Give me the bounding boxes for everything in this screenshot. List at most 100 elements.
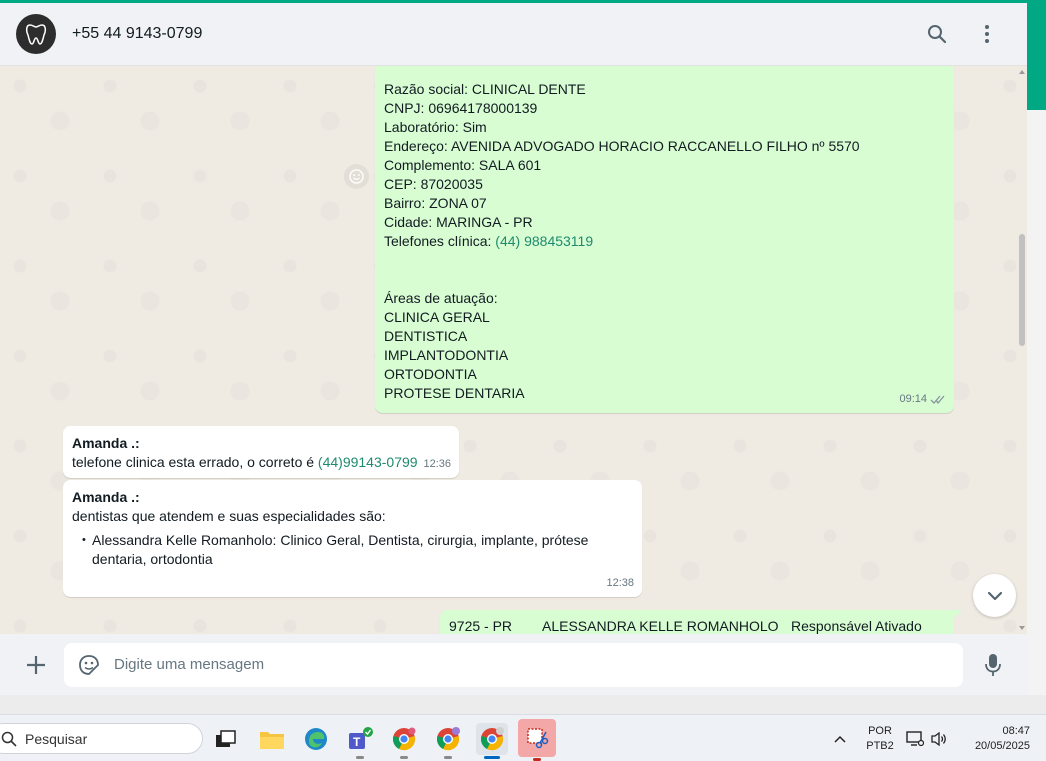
volume-button[interactable] <box>928 723 950 755</box>
speaker-icon <box>931 731 946 747</box>
area-item: ORTODONTIA <box>384 366 477 382</box>
taskbar-search[interactable]: Pesquisar <box>0 723 203 754</box>
message-line: Laboratório: Sim <box>384 119 487 135</box>
scroll-thumb[interactable] <box>1019 234 1025 346</box>
message-text: dentistas que atendem e suas especialida… <box>72 508 386 524</box>
area-item: PROTESE DENTARIA <box>384 385 525 401</box>
search-icon <box>928 25 947 44</box>
task-view-button[interactable] <box>210 723 242 755</box>
folder-icon <box>260 732 284 749</box>
task-view-icon <box>216 730 236 747</box>
taskbar-search-label: Pesquisar <box>25 730 88 747</box>
sticker-icon <box>79 654 99 675</box>
tooth-logo-icon <box>25 24 47 45</box>
table-cell: 9725 - PR <box>449 618 513 634</box>
clock-time: 08:47 <box>1002 725 1030 737</box>
search-button[interactable] <box>923 20 951 48</box>
chrome-profile-1-button[interactable] <box>388 723 420 759</box>
table-cell: Responsável Ativado <box>791 618 922 634</box>
network-button[interactable] <box>904 723 926 755</box>
contact-avatar[interactable] <box>16 14 56 54</box>
bubble-tail <box>950 610 962 622</box>
snipping-tool-icon <box>527 728 549 749</box>
area-item: DENTISTICA <box>384 328 468 344</box>
sender-name: Amanda .: <box>72 489 140 505</box>
snipping-tool-button[interactable] <box>518 719 556 761</box>
react-button[interactable] <box>344 164 369 189</box>
input-language[interactable]: POR PTB2 <box>862 724 898 754</box>
message-time: 12:38 <box>606 577 634 589</box>
message-line: Cidade: MARINGA - PR <box>384 214 533 230</box>
scroll-to-bottom-button[interactable] <box>973 574 1016 617</box>
teams-icon: T <box>349 727 373 749</box>
running-indicator <box>356 756 364 759</box>
chrome-profile-2-button[interactable] <box>432 723 464 759</box>
edge-button[interactable] <box>300 723 332 755</box>
phone-link[interactable]: (44) 988453119 <box>495 233 593 249</box>
chat-area[interactable]: Razão social: CLINICAL DENTE CNPJ: 06964… <box>0 66 1027 634</box>
area-item: CLINICA GERAL <box>384 309 490 325</box>
message-line: CNPJ: 06964178000139 <box>384 100 538 116</box>
chrome-icon <box>481 727 504 751</box>
monitor-network-icon <box>906 731 924 747</box>
attach-button[interactable] <box>22 651 50 679</box>
show-hidden-icons-button[interactable] <box>829 723 851 755</box>
message-input-box[interactable] <box>64 642 963 687</box>
phone-label: Telefones clínica: <box>384 233 496 249</box>
message-line: Complemento: SALA 601 <box>384 157 542 173</box>
chat-scrollbar[interactable] <box>1016 68 1026 634</box>
running-indicator <box>400 756 408 759</box>
svg-text:T: T <box>353 735 361 749</box>
message-line: Bairro: ZONA 07 <box>384 195 487 211</box>
list-item: Alessandra Kelle Romanholo: Clinico Gera… <box>72 531 633 550</box>
message-meta: 09:14 <box>899 390 946 409</box>
composer-bar <box>0 634 1027 695</box>
chevron-down-icon <box>987 591 1002 600</box>
scroll-up-arrow[interactable] <box>1019 70 1025 74</box>
edge-icon <box>305 728 327 750</box>
contact-name[interactable]: +55 44 9143-0799 <box>72 25 202 43</box>
chevron-up-icon <box>834 735 846 743</box>
teams-button[interactable]: T <box>344 723 376 759</box>
sender-name: Amanda .: <box>72 435 140 451</box>
message-line: CEP: 87020035 <box>384 176 483 192</box>
message-line: Razão social: CLINICAL DENTE <box>384 81 586 97</box>
more-vertical-icon <box>985 25 989 43</box>
file-explorer-button[interactable] <box>256 723 288 755</box>
sticker-button[interactable] <box>76 652 102 678</box>
right-accent-strip <box>1027 0 1046 110</box>
areas-title: Áreas de atuação: <box>384 290 498 306</box>
scroll-down-arrow[interactable] <box>1019 626 1025 630</box>
microphone-icon <box>985 653 1001 676</box>
incoming-message[interactable]: Amanda .: dentistas que atendem e suas e… <box>63 480 642 597</box>
table-cell: ALESSANDRA KELLE ROMANHOLO <box>542 618 779 634</box>
running-indicator <box>444 756 452 759</box>
double-check-icon <box>930 395 945 405</box>
windows-taskbar: Pesquisar T POR PTB2 08:47 20/05/2025 <box>0 714 1046 761</box>
chat-header: +55 44 9143-0799 <box>0 3 1027 66</box>
incoming-message[interactable]: Amanda .: telefone clinica esta errado, … <box>63 426 459 478</box>
lang-code: POR <box>868 725 892 737</box>
message-text: telefone clinica esta errado, o correto … <box>72 454 318 470</box>
area-item: IMPLANTODONTIA <box>384 347 509 363</box>
menu-button[interactable] <box>973 20 1001 48</box>
message-line: Endereço: AVENIDA ADVOGADO HORACIO RACCA… <box>384 138 860 154</box>
search-icon <box>1 731 17 747</box>
taskbar-clock[interactable]: 08:47 20/05/2025 <box>960 724 1030 754</box>
outgoing-message-company-info[interactable]: Razão social: CLINICAL DENTE CNPJ: 06964… <box>375 66 954 413</box>
voice-message-button[interactable] <box>979 651 1007 679</box>
chrome-profile-3-button[interactable] <box>476 723 508 759</box>
phone-link[interactable]: (44)99143-0799 <box>318 454 418 470</box>
plus-icon <box>27 655 45 674</box>
smiley-icon <box>349 169 364 184</box>
clock-date: 20/05/2025 <box>974 740 1030 752</box>
outgoing-message-table[interactable]: 9725 - PR ALESSANDRA KELLE ROMANHOLO Res… <box>440 610 954 634</box>
active-indicator <box>484 756 500 759</box>
message-input[interactable] <box>114 656 934 673</box>
message-time: 12:36 <box>423 458 451 470</box>
right-gutter <box>1027 110 1046 695</box>
list-item-continuation: dentaria, ortodontia <box>92 551 213 567</box>
message-time: 09:14 <box>899 393 927 405</box>
chrome-icon <box>393 727 416 751</box>
desktop-gap <box>0 695 1046 714</box>
